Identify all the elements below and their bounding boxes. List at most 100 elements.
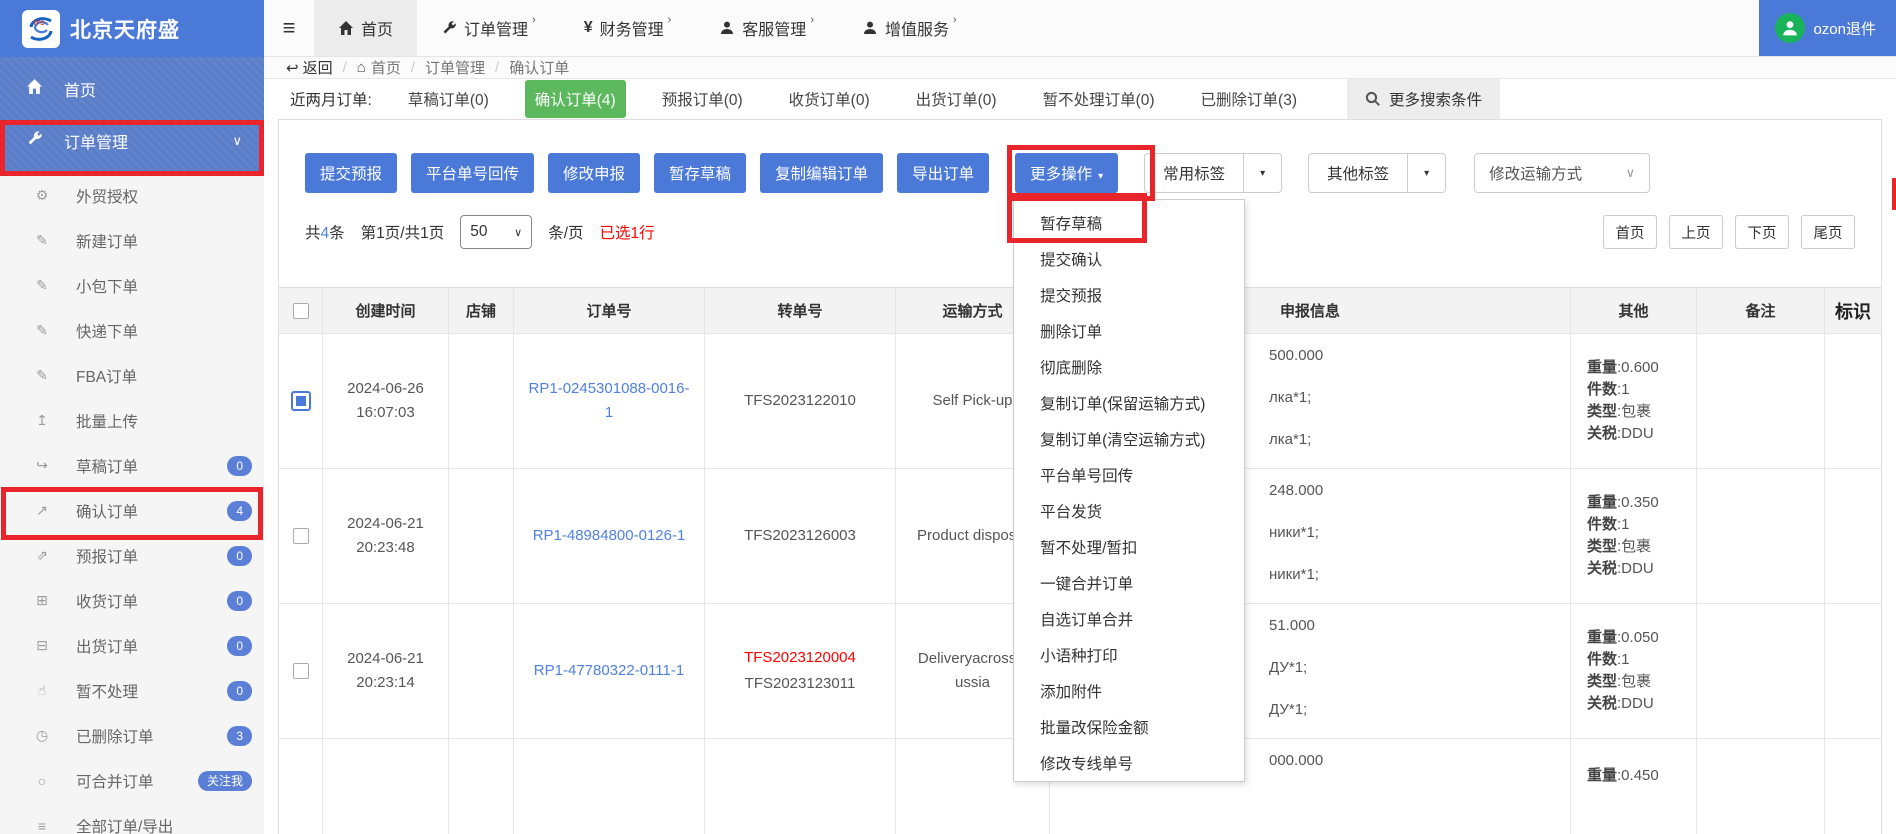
copy-edit-order-button[interactable]: 复制编辑订单 <box>760 153 883 193</box>
tab-onhold-orders[interactable]: 暂不处理订单(0) <box>1033 80 1165 118</box>
sidebar-item-draft-orders[interactable]: ↪ 草稿订单 0 <box>0 443 264 488</box>
tab-deleted-orders[interactable]: 已删除订单(3) <box>1191 80 1307 118</box>
menu-item-delete-permanently[interactable]: 彻底删除 <box>1014 349 1244 385</box>
breadcrumb-separator: / <box>343 59 347 76</box>
tab-forecast-orders[interactable]: 预报订单(0) <box>652 80 753 118</box>
cell-shop <box>449 469 514 603</box>
brand-title: 北京天府盛 <box>70 14 180 44</box>
menu-item-add-attachment[interactable]: 添加附件 <box>1014 673 1244 709</box>
menu-item-one-click-merge[interactable]: 一键合并订单 <box>1014 565 1244 601</box>
back-link[interactable]: ↩ 返回 <box>286 57 333 78</box>
menu-item-submit-forecast[interactable]: 提交预报 <box>1014 277 1244 313</box>
nav-item-home[interactable]: 首页 <box>314 0 417 56</box>
caret-down-icon[interactable]: ▾ <box>1407 154 1445 192</box>
caret-down-icon[interactable]: ▾ <box>1243 154 1281 192</box>
first-page-button[interactable]: 首页 <box>1603 215 1657 249</box>
sidebar-item-all-orders-export[interactable]: ≡ 全部订单/导出 <box>0 803 264 834</box>
export-orders-button[interactable]: 导出订单 <box>897 153 989 193</box>
other-tags-button[interactable]: 其他标签 <box>1309 154 1407 192</box>
type-value: :包裹 <box>1617 403 1651 420</box>
sidebar-item-home[interactable]: 首页 <box>0 63 264 115</box>
submit-forecast-button[interactable]: 提交预报 <box>305 153 397 193</box>
prev-page-button[interactable]: 上页 <box>1669 215 1723 249</box>
created-date: 2024-06-26 <box>347 377 424 401</box>
sidebar-item-label: 可合并订单 <box>76 770 154 792</box>
menu-item-custom-merge[interactable]: 自选订单合并 <box>1014 601 1244 637</box>
declare-value: 248.000 <box>1269 483 1323 499</box>
tab-draft-orders[interactable]: 草稿订单(0) <box>398 80 499 118</box>
cell-transfer-no: TFS2023122010 <box>705 334 896 468</box>
hamburger-icon[interactable]: ≡ <box>264 0 314 56</box>
page-size-select[interactable]: 50 ∨ <box>460 215 532 249</box>
menu-item-copy-keep-shipping[interactable]: 复制订单(保留运输方式) <box>1014 385 1244 421</box>
menu-item-save-draft[interactable]: 暂存草稿 <box>1014 205 1244 241</box>
wrench-icon <box>441 20 457 36</box>
sidebar-item-mergeable-orders[interactable]: ○ 可合并订单 关注我 <box>0 758 264 803</box>
next-page-button[interactable]: 下页 <box>1735 215 1789 249</box>
tab-received-orders[interactable]: 收货订单(0) <box>779 80 880 118</box>
sidebar-item-express[interactable]: ✎ 快递下单 <box>0 308 264 353</box>
row-checkbox[interactable] <box>293 663 309 679</box>
breadcrumb-order-management[interactable]: 订单管理 <box>425 57 485 78</box>
order-number-link[interactable]: RP1-47780322-0111-1 <box>520 659 698 683</box>
menu-item-batch-sender-tax[interactable]: 批量改发件人税号 <box>1014 781 1244 782</box>
page-info: 第1页/共1页 <box>361 221 445 243</box>
sidebar-item-on-hold[interactable]: ☝ 暂不处理 0 <box>0 668 264 713</box>
more-search-button[interactable]: 更多搜索条件 <box>1347 79 1500 119</box>
select-all-checkbox[interactable] <box>293 303 309 319</box>
sidebar-item-forecast-orders[interactable]: ⇗ 预报订单 0 <box>0 533 264 578</box>
modify-declaration-button[interactable]: 修改申报 <box>548 153 640 193</box>
order-number-link[interactable]: RP1-48984800-0126-1 <box>519 524 700 548</box>
back-label: 返回 <box>303 57 333 78</box>
sidebar-item-shipped-orders[interactable]: ⊟ 出货订单 0 <box>0 623 264 668</box>
row-checkbox[interactable] <box>293 528 309 544</box>
order-number-link[interactable]: RP1-0245301088-0016-1 <box>514 377 704 425</box>
tab-confirmed-orders[interactable]: 确认订单(4) <box>525 80 626 118</box>
sidebar-item-new-order[interactable]: ✎ 新建订单 <box>0 218 264 263</box>
brand: TFS 北京天府盛 <box>0 0 264 57</box>
menu-item-copy-clear-shipping[interactable]: 复制订单(清空运输方式) <box>1014 421 1244 457</box>
save-draft-button[interactable]: 暂存草稿 <box>654 153 746 193</box>
nav-item-finance[interactable]: ¥ 财务管理 › <box>560 0 696 56</box>
nav-item-value-added[interactable]: 增值服务 › <box>838 0 981 56</box>
menu-item-minor-language-print[interactable]: 小语种打印 <box>1014 637 1244 673</box>
username: ozon退件 <box>1813 18 1876 39</box>
menu-item-hold[interactable]: 暂不处理/暂扣 <box>1014 529 1244 565</box>
menu-item-batch-insurance[interactable]: 批量改保险金额 <box>1014 709 1244 745</box>
type-label: 类型 <box>1587 403 1617 420</box>
cell-order-no <box>514 739 705 834</box>
menu-item-submit-confirm[interactable]: 提交确认 <box>1014 241 1244 277</box>
breadcrumb-home[interactable]: ⌂ 首页 <box>357 57 401 78</box>
breadcrumb-label: 订单管理 <box>425 57 485 78</box>
sidebar-item-order-management[interactable]: 订单管理 ∨ <box>0 115 264 167</box>
nav-item-orders[interactable]: 订单管理 › <box>417 0 560 56</box>
sidebar-item-trade-auth[interactable]: ⚙ 外贸授权 <box>0 173 264 218</box>
count-value: :1 <box>1617 651 1630 668</box>
menu-item-platform-ship[interactable]: 平台发货 <box>1014 493 1244 529</box>
sidebar-item-fba[interactable]: ✎ FBA订单 <box>0 353 264 398</box>
sidebar-item-received-orders[interactable]: ⊞ 收货订单 0 <box>0 578 264 623</box>
sidebar-item-confirmed-orders[interactable]: ↗ 确认订单 4 <box>0 488 264 533</box>
cell-note <box>1697 739 1825 834</box>
menu-item-modify-line-number[interactable]: 修改专线单号 <box>1014 745 1244 781</box>
menu-item-platform-number-return[interactable]: 平台单号回传 <box>1014 457 1244 493</box>
tax-label: 关税 <box>1587 560 1617 577</box>
platform-number-return-button[interactable]: 平台单号回传 <box>411 153 534 193</box>
chevron-down-icon: ∨ <box>1626 165 1636 181</box>
nav-item-service[interactable]: 客服管理 › <box>695 0 838 56</box>
type-label: 类型 <box>1587 673 1617 690</box>
sidebar-item-small-parcel[interactable]: ✎ 小包下单 <box>0 263 264 308</box>
weight-value: :0.450 <box>1617 767 1659 784</box>
more-actions-button[interactable]: 更多操作▾ <box>1015 153 1118 193</box>
last-page-button[interactable]: 尾页 <box>1801 215 1855 249</box>
menu-item-delete-order[interactable]: 删除订单 <box>1014 313 1244 349</box>
user-menu[interactable]: ozon退件 <box>1759 0 1896 56</box>
transfer-number: TFS2023122010 <box>744 388 856 414</box>
tab-shipped-orders[interactable]: 出货订单(0) <box>906 80 1007 118</box>
row-checkbox[interactable] <box>291 391 311 411</box>
sidebar-item-deleted-orders[interactable]: ◷ 已删除订单 3 <box>0 713 264 758</box>
common-tags-button[interactable]: 常用标签 <box>1145 154 1243 192</box>
sidebar-item-batch-upload[interactable]: ↥ 批量上传 <box>0 398 264 443</box>
modify-transport-select[interactable]: 修改运输方式 ∨ <box>1474 153 1650 193</box>
declare-item: лка*1; <box>1269 390 1311 406</box>
